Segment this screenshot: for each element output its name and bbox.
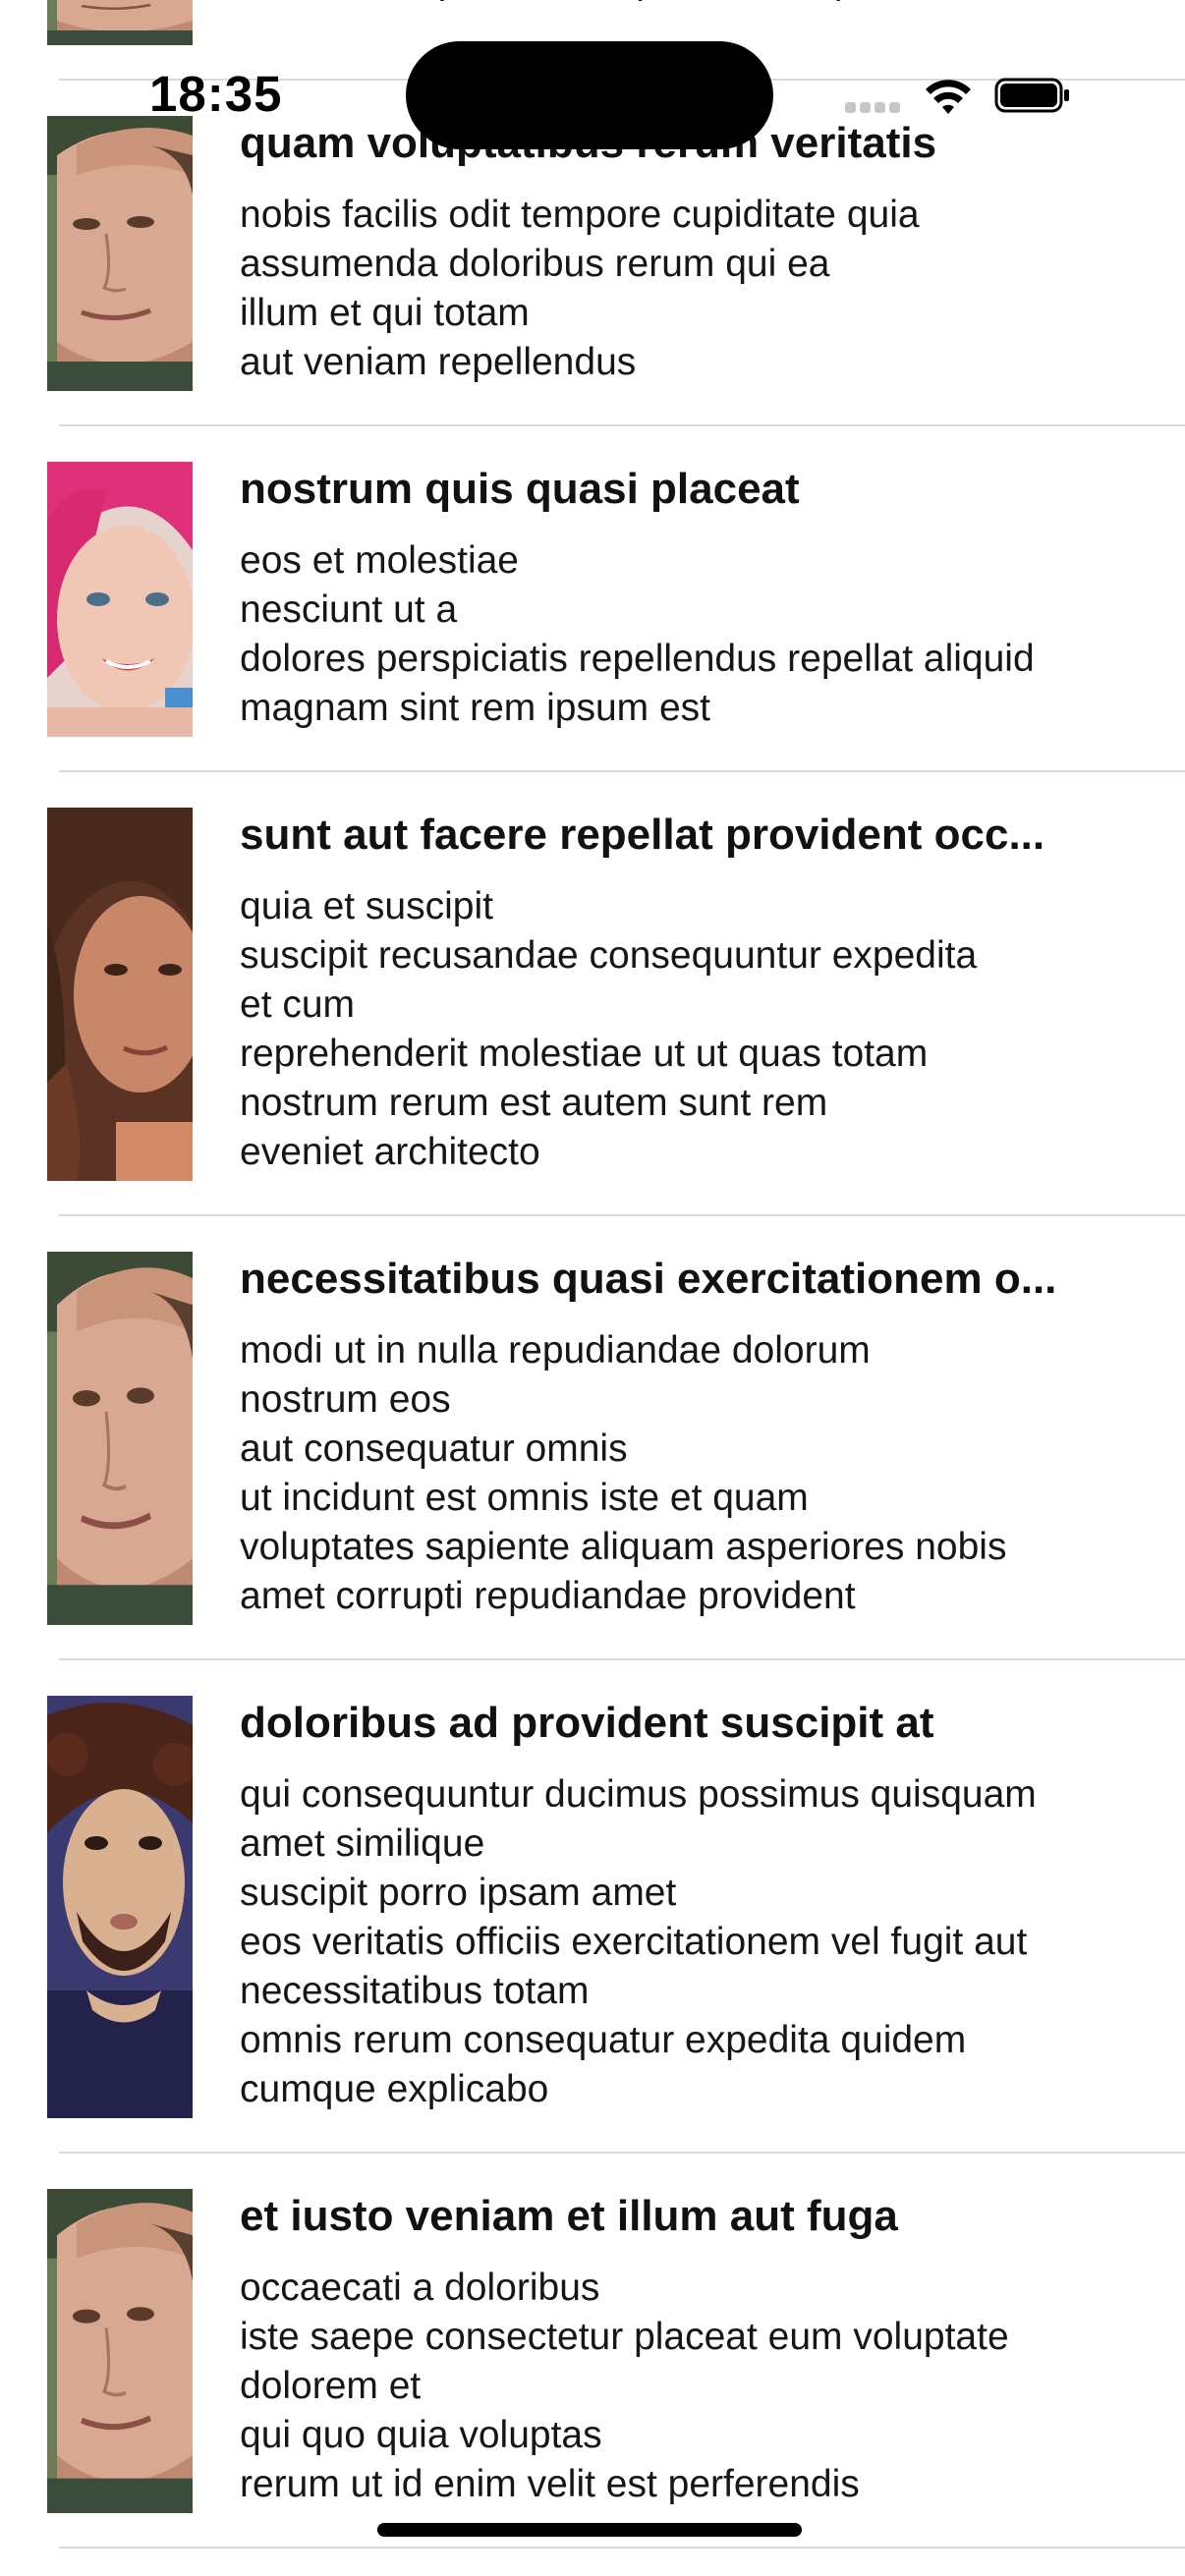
post-body-line: illum et qui totam	[240, 292, 530, 334]
post-body-line: nostrum eos	[240, 1378, 451, 1421]
post-cell[interactable]: sunt aut facere repellat provident occ..…	[0, 772, 1185, 1216]
post-body-line: nobis facilis odit tempore cupiditate qu…	[240, 194, 920, 236]
post-body-line: eos veritatis officiis exercitationem ve…	[240, 1921, 1028, 1963]
post-cell[interactable]: et iusto veniam et illum aut fuga occaeca…	[0, 2154, 1185, 2548]
post-body-line: et cum	[240, 983, 356, 1026]
avatar	[47, 1696, 193, 2118]
post-body: et in consequuntur voluptatem voluptates…	[240, 0, 1146, 6]
avatar	[47, 2189, 193, 2513]
post-body-line: dolores perspiciatis repellendus repella…	[240, 638, 1035, 680]
post-body-line: aut veniam repellendus	[240, 341, 637, 383]
post-text: doloribus ad provident suscipit at qui co…	[240, 1696, 1185, 2114]
post-body-line: assumenda doloribus rerum qui ea	[240, 243, 830, 285]
post-body-line: ut incidunt est omnis iste et quam	[240, 1477, 809, 1519]
post-body-line: aut consequatur omnis	[240, 1428, 628, 1470]
post-text: et in consequuntur voluptatem voluptates…	[240, 0, 1185, 6]
post-title: quam voluptatibus rerum veritatis	[240, 119, 937, 167]
post-title: necessitatibus quasi exercitationem o...	[240, 1255, 1057, 1303]
post-body-line: suscipit recusandae consequuntur expedit…	[240, 934, 978, 977]
post-text: et iusto veniam et illum aut fuga occaeca…	[240, 2189, 1185, 2509]
post-title: nostrum quis quasi placeat	[240, 465, 800, 513]
avatar	[47, 0, 193, 45]
post-body-line: qui quo quia voluptas	[240, 2414, 602, 2456]
post-body-line: suscipit porro ipsam amet	[240, 1872, 677, 1914]
post-cell[interactable]: quam voluptatibus rerum veritatis nobis f…	[0, 81, 1185, 426]
post-body-line: occaecati a doloribus	[240, 2267, 600, 2309]
post-body-line: nostrum rerum est autem sunt rem	[240, 1082, 828, 1124]
post-body-line: eos et molestiae	[240, 539, 519, 582]
post-body-line: dolorem et	[240, 2365, 422, 2407]
post-body: eos et molestiae nesciunt ut a dolores per…	[240, 536, 1146, 733]
post-body-line: eveniet architecto	[240, 1131, 540, 1173]
post-text: necessitatibus quasi exercitationem o...…	[240, 1252, 1185, 1621]
post-text: sunt aut facere repellat provident occ..…	[240, 808, 1185, 1177]
post-body-line: modi ut in nulla repudiandae dolorum	[240, 1329, 871, 1372]
post-cell[interactable]: nostrum quis quasi placeat eos et molesti…	[0, 426, 1185, 772]
post-body-line: cumque explicabo	[240, 2068, 549, 2110]
post-body: quia et suscipit suscipit recusandae cons…	[240, 882, 1146, 1177]
post-title: doloribus ad provident suscipit at	[240, 1699, 934, 1747]
post-body: occaecati a doloribus iste saepe consecte…	[240, 2264, 1146, 2509]
avatar	[47, 1252, 193, 1625]
post-body-line: quia et suscipit	[240, 885, 493, 927]
home-indicator[interactable]	[377, 2523, 802, 2537]
post-body: qui consequuntur ducimus possimus quisqu…	[240, 1770, 1146, 2114]
avatar	[47, 462, 193, 737]
post-text: quam voluptatibus rerum veritatis nobis f…	[240, 116, 1185, 387]
post-body-line: amet similique	[240, 1822, 485, 1865]
post-body-line: rerum ut id enim velit est perferendis	[240, 2463, 860, 2505]
post-body-line: nesciunt ut a	[240, 588, 458, 631]
post-list[interactable]: et in consequuntur voluptatem voluptates…	[0, 0, 1185, 2548]
post-text: nostrum quis quasi placeat eos et molesti…	[240, 462, 1185, 733]
post-cell[interactable]: doloribus ad provident suscipit at qui co…	[0, 1660, 1185, 2154]
post-title: sunt aut facere repellat provident occ..…	[240, 811, 1045, 859]
avatar	[47, 808, 193, 1181]
post-body: nobis facilis odit tempore cupiditate qu…	[240, 191, 1146, 387]
post-body-line: amet corrupti repudiandae provident	[240, 1575, 856, 1617]
post-body-line: iste saepe consectetur placeat eum volup…	[240, 2316, 1009, 2358]
post-title: et iusto veniam et illum aut fuga	[240, 2192, 898, 2240]
avatar	[47, 116, 193, 391]
post-body-line: voluptates sapiente aliquam asperiores n…	[240, 1526, 1007, 1568]
post-body-line: necessitatibus totam	[240, 1970, 590, 2012]
post-body-line: reprehenderit molestiae ut ut quas totam	[240, 1033, 929, 1075]
post-body-line: et in consequuntur voluptatem voluptates…	[240, 0, 1146, 6]
post-body: modi ut in nulla repudiandae dolorum nost…	[240, 1326, 1146, 1621]
post-cell[interactable]: necessitatibus quasi exercitationem o...…	[0, 1216, 1185, 1660]
status-time: 18:35	[149, 66, 283, 122]
post-body-line: omnis rerum consequatur expedita quidem	[240, 2019, 967, 2061]
post-body-line: qui consequuntur ducimus possimus quisqu…	[240, 1773, 1037, 1816]
post-body-line: magnam sint rem ipsum est	[240, 687, 710, 729]
